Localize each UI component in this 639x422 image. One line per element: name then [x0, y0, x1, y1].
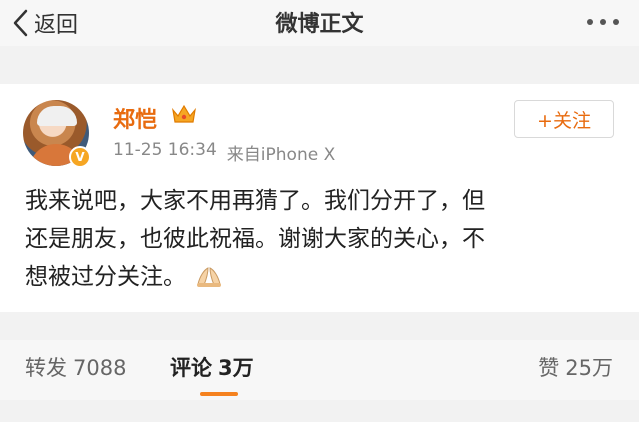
- praying-hands-emoji: [197, 267, 221, 287]
- like-count: 25万: [565, 356, 613, 380]
- post-card: V 郑恺 11-25 16:34 来自iPhone X +关注 我来说吧，大家不…: [0, 84, 639, 312]
- post-text: 我来说吧，大家不用再猜了。我们分开了，但 还是朋友，也彼此祝福。谢谢大家的关心，…: [25, 182, 615, 296]
- active-tab-indicator: [200, 392, 238, 396]
- like-tab[interactable]: 赞 25万: [538, 352, 613, 382]
- top-nav-bar: 返回 微博正文: [0, 0, 639, 46]
- comment-count: 3万: [218, 356, 254, 380]
- repost-label: 转发: [25, 356, 67, 380]
- post-timestamp: 11-25 16:34: [113, 140, 217, 160]
- post-action-bar: 转发 7088 评论 3万 赞 25万: [0, 340, 639, 400]
- post-source: 来自iPhone X: [226, 145, 336, 165]
- page-title: 微博正文: [275, 12, 364, 37]
- post-text-line: 我来说吧，大家不用再猜了。我们分开了，但: [25, 188, 485, 214]
- verified-badge-icon: V: [69, 146, 91, 168]
- comment-label: 评论: [170, 356, 212, 380]
- repost-count: 7088: [73, 356, 127, 380]
- more-dots-icon[interactable]: [587, 19, 619, 25]
- follow-label: +关注: [537, 109, 591, 132]
- username[interactable]: 郑恺: [113, 102, 157, 134]
- crown-icon: [172, 104, 196, 123]
- post-meta: 11-25 16:34 来自iPhone X: [113, 140, 335, 165]
- like-label: 赞: [538, 356, 560, 380]
- post-text-line: 想被过分关注。: [25, 258, 615, 296]
- follow-button[interactable]: +关注: [514, 100, 614, 138]
- comment-tab[interactable]: 评论 3万: [170, 352, 254, 382]
- repost-tab[interactable]: 转发 7088: [25, 352, 126, 382]
- post-text-line-content: 想被过分关注。: [25, 264, 186, 290]
- post-text-line: 还是朋友，也彼此祝福。谢谢大家的关心，不: [25, 226, 485, 252]
